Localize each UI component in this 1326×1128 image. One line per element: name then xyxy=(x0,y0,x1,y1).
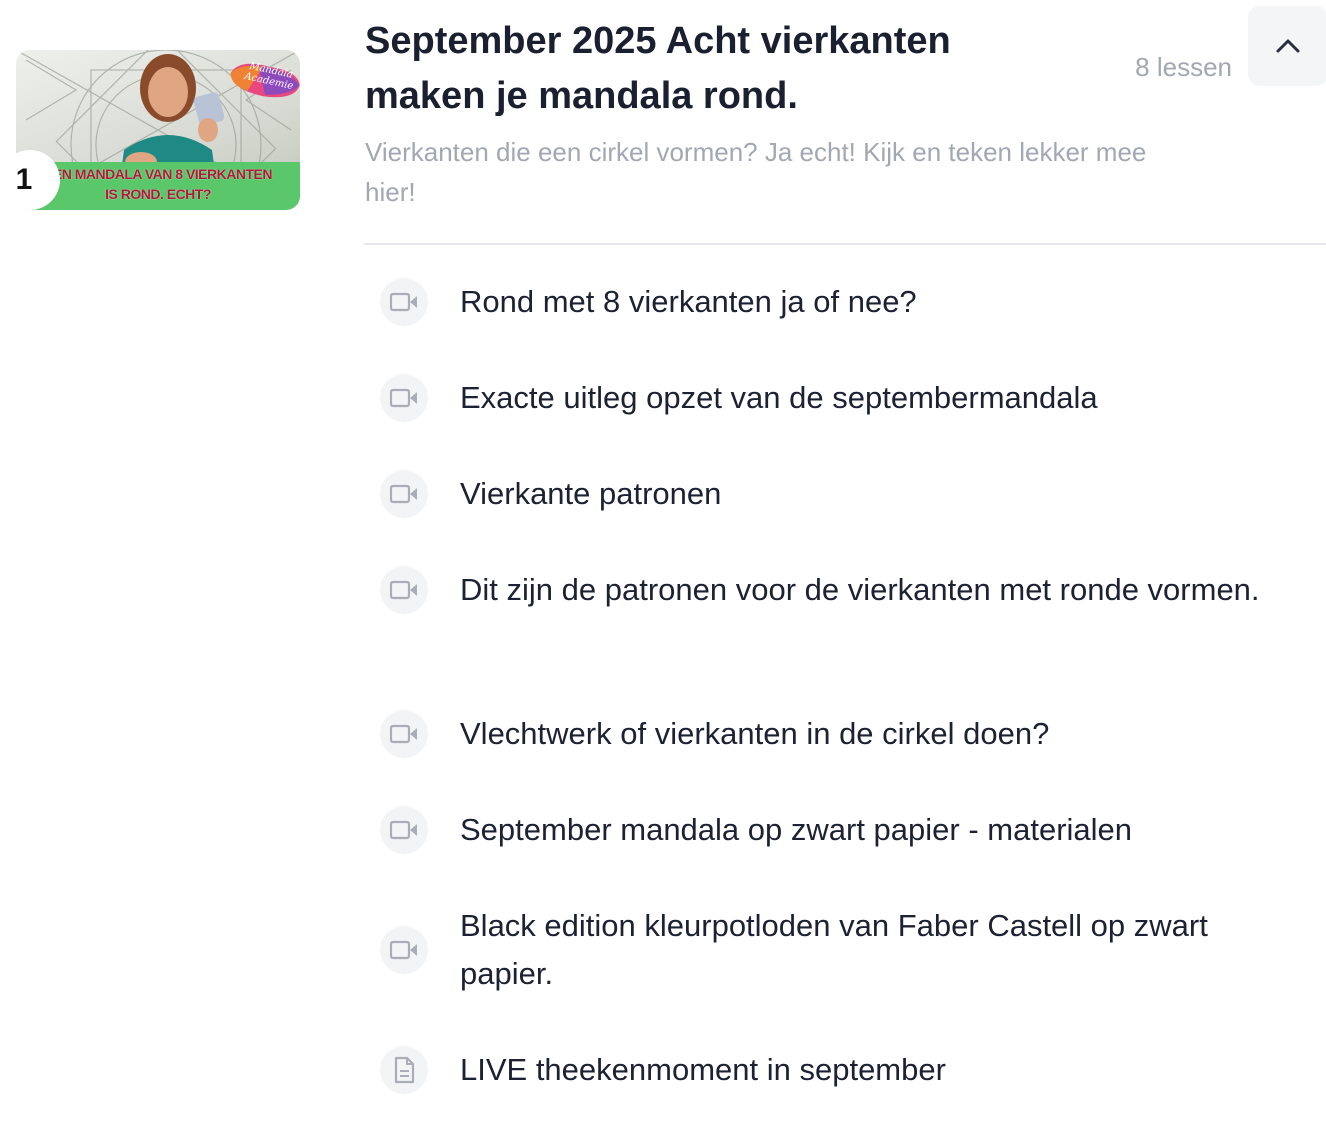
lesson-type-icon xyxy=(380,1046,428,1094)
lesson-type-icon xyxy=(380,710,428,758)
document-icon xyxy=(394,1056,415,1084)
lesson-type-icon xyxy=(380,806,428,854)
lesson-type-icon xyxy=(380,566,428,614)
lesson-item[interactable]: LIVE theekenmoment in september xyxy=(380,1046,1326,1094)
lesson-item[interactable]: September mandala op zwart papier - mate… xyxy=(380,806,1326,854)
video-icon xyxy=(389,484,417,504)
module-description: Vierkanten die een cirkel vormen? Ja ech… xyxy=(365,137,1147,207)
lesson-count: 8 lessen xyxy=(1135,52,1232,82)
chevron-up-icon xyxy=(1276,39,1300,53)
video-icon xyxy=(389,820,417,840)
module-number-badge: 1 xyxy=(0,150,60,210)
lesson-item[interactable]: Exacte uitleg opzet van de septembermand… xyxy=(380,374,1326,422)
module-thumbnail-wrapper[interactable]: Mandala Academie EEN MANDALA VAN 8 VIERK… xyxy=(0,50,300,210)
collapse-module-button[interactable] xyxy=(1248,6,1326,86)
lesson-item[interactable]: Rond met 8 vierkanten ja of nee? xyxy=(380,278,1326,326)
video-icon xyxy=(389,580,417,600)
lesson-type-icon xyxy=(380,278,428,326)
lesson-item[interactable]: Vlechtwerk of vierkanten in de cirkel do… xyxy=(380,710,1326,758)
video-icon xyxy=(389,388,417,408)
video-icon xyxy=(389,940,417,960)
lesson-title: Vlechtwerk of vierkanten in de cirkel do… xyxy=(460,716,1050,751)
lesson-title: Black edition kleurpotloden van Faber Ca… xyxy=(460,908,1208,991)
lesson-title: Exacte uitleg opzet van de septembermand… xyxy=(460,380,1098,415)
lesson-title: Vierkante patronen xyxy=(460,476,722,511)
lesson-type-icon xyxy=(380,470,428,518)
lesson-item[interactable]: Black edition kleurpotloden van Faber Ca… xyxy=(380,902,1326,998)
lesson-type-icon xyxy=(380,926,428,974)
lesson-title: Dit zijn de patronen voor de vierkanten … xyxy=(460,572,1260,607)
lesson-title: September mandala op zwart papier - mate… xyxy=(460,812,1133,847)
lesson-title: Rond met 8 vierkanten ja of nee? xyxy=(460,284,917,319)
video-icon xyxy=(389,292,417,312)
section-divider xyxy=(364,243,1326,245)
video-icon xyxy=(389,724,417,744)
lesson-title: LIVE theekenmoment in september xyxy=(460,1052,946,1087)
module-title: September 2025 Acht vierkanten maken je … xyxy=(365,20,951,117)
lesson-item[interactable]: Vierkante patronen xyxy=(380,470,1326,518)
lesson-type-icon xyxy=(380,374,428,422)
lesson-item[interactable]: Dit zijn de patronen voor de vierkanten … xyxy=(380,566,1326,614)
